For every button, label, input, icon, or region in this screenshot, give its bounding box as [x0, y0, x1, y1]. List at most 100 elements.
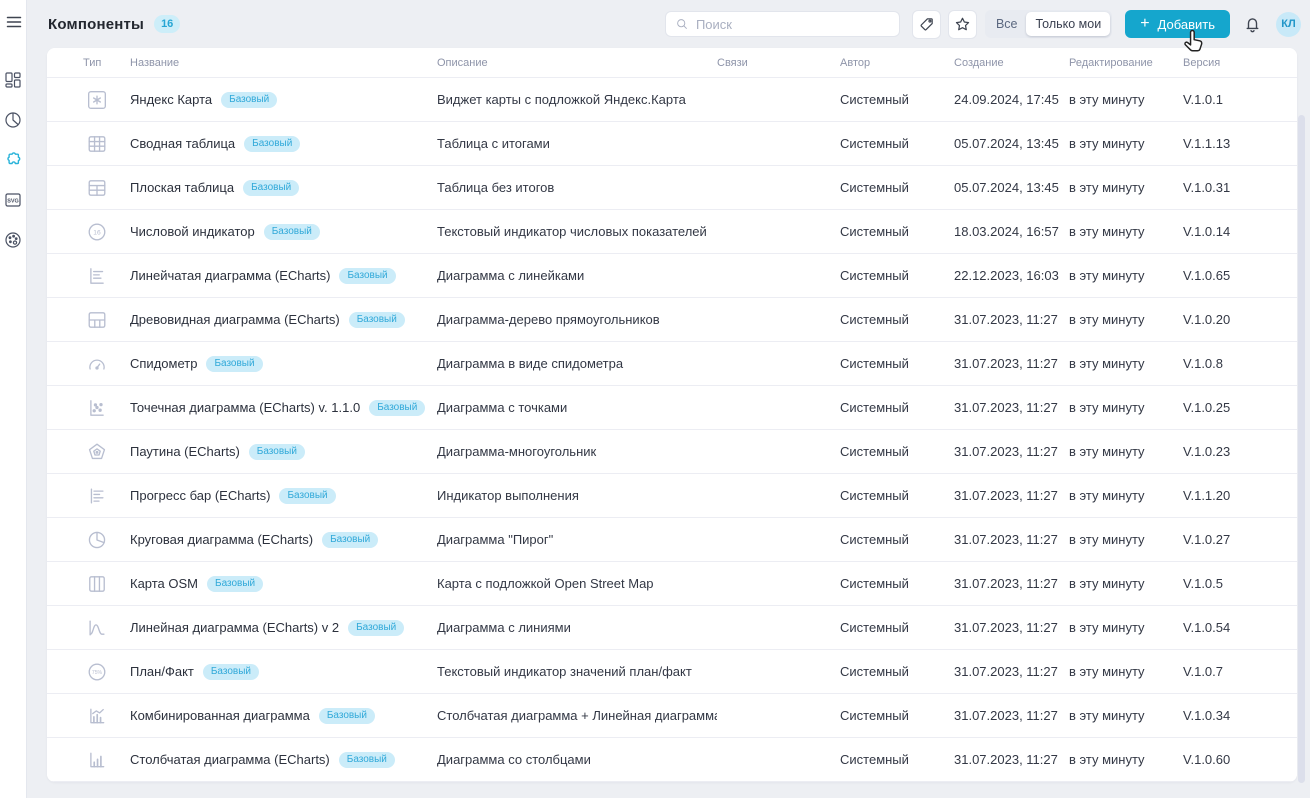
- menu-icon[interactable]: [5, 13, 23, 31]
- component-badge: Базовый: [369, 400, 425, 416]
- column-header-version: Версия: [1183, 57, 1297, 69]
- pie-chart-icon: [87, 530, 107, 550]
- component-created: 31.07.2023, 11:27: [954, 752, 1069, 767]
- component-badge: Базовый: [339, 268, 395, 284]
- search-box[interactable]: [665, 11, 900, 37]
- component-edited: в эту минуту: [1069, 444, 1183, 459]
- svg-text:16: 16: [93, 229, 101, 236]
- page-title: Компоненты: [48, 16, 144, 33]
- component-badge: Базовый: [348, 620, 404, 636]
- progress-bar-icon: [87, 486, 107, 506]
- component-author: Системный: [840, 356, 954, 371]
- component-author: Системный: [840, 92, 954, 107]
- sidebar-item-svg-editor[interactable]: SVG: [4, 191, 22, 209]
- component-edited: в эту минуту: [1069, 92, 1183, 107]
- component-edited: в эту минуту: [1069, 532, 1183, 547]
- component-author: Системный: [840, 532, 954, 547]
- component-description: Таблица без итогов: [437, 180, 717, 195]
- component-edited: в эту минуту: [1069, 400, 1183, 415]
- component-description: Текстовый индикатор значений план/факт: [437, 664, 717, 679]
- component-edited: в эту минуту: [1069, 224, 1183, 239]
- table-row[interactable]: Линейная диаграмма (ECharts) v 2 Базовый Д…: [47, 606, 1297, 650]
- component-badge: Базовый: [349, 312, 405, 328]
- column-header-edited: Редактирование: [1069, 57, 1183, 69]
- component-name: Числовой индикатор: [130, 224, 255, 239]
- component-author: Системный: [840, 224, 954, 239]
- component-author: Системный: [840, 312, 954, 327]
- svg-text:SVG: SVG: [7, 198, 19, 204]
- bar-horizontal-icon: [87, 266, 107, 286]
- column-header-name: Название: [130, 57, 437, 69]
- component-edited: в эту минуту: [1069, 488, 1183, 503]
- component-version: V.1.1.20: [1183, 488, 1297, 503]
- user-avatar[interactable]: КЛ: [1276, 12, 1301, 37]
- component-edited: в эту минуту: [1069, 180, 1183, 195]
- component-author: Системный: [840, 620, 954, 635]
- table-row[interactable]: Круговая диаграмма (ECharts)БазовыйДиагр…: [47, 518, 1297, 562]
- component-created: 31.07.2023, 11:27: [954, 400, 1069, 415]
- component-name: Линейчатая диаграмма (ECharts): [130, 268, 330, 283]
- table-row[interactable]: 75%План/ФактБазовыйТекстовый индикатор з…: [47, 650, 1297, 694]
- pivot-table-icon: [87, 134, 107, 154]
- component-description: Диаграмма с линейками: [437, 268, 717, 283]
- table-row[interactable]: СпидометрБазовыйДиаграмма в виде спидоме…: [47, 342, 1297, 386]
- sidebar-item-palette[interactable]: [4, 231, 22, 249]
- table-body: Яндекс КартаБазовыйВиджет карты с подлож…: [47, 78, 1297, 782]
- component-created: 24.09.2024, 17:45: [954, 92, 1069, 107]
- component-name: Точечная диаграмма (ECharts) v. 1.1.0: [130, 400, 360, 415]
- sidebar-item-dashboards[interactable]: [4, 71, 22, 89]
- component-description: Таблица с итогами: [437, 136, 717, 151]
- component-author: Системный: [840, 752, 954, 767]
- components-count-badge: 16: [154, 15, 180, 33]
- notifications-bell-icon[interactable]: [1243, 14, 1262, 34]
- search-input[interactable]: [696, 17, 890, 32]
- component-edited: в эту минуту: [1069, 620, 1183, 635]
- component-badge: Базовый: [207, 576, 263, 592]
- component-created: 31.07.2023, 11:27: [954, 356, 1069, 371]
- component-version: V.1.0.20: [1183, 312, 1297, 327]
- component-name: Линейная диаграмма (ECharts) v 2: [130, 620, 339, 635]
- component-description: Карта с подложкой Open Street Map: [437, 576, 717, 591]
- sidebar-item-reports[interactable]: [4, 111, 22, 129]
- table-row[interactable]: Плоская таблицаБазовыйТаблица без итогов…: [47, 166, 1297, 210]
- component-edited: в эту минуту: [1069, 268, 1183, 283]
- table-row[interactable]: Столбчатая диаграмма (ECharts)БазовыйДиа…: [47, 738, 1297, 782]
- component-name: План/Факт: [130, 664, 194, 679]
- component-description: Диаграмма-многоугольник: [437, 444, 717, 459]
- table-row[interactable]: Яндекс КартаБазовыйВиджет карты с подлож…: [47, 78, 1297, 122]
- component-description: Текстовый индикатор числовых показателей: [437, 224, 717, 239]
- component-version: V.1.0.5: [1183, 576, 1297, 591]
- component-description: Диаграмма с линиями: [437, 620, 717, 635]
- table-row[interactable]: Карта OSMБазовыйКарта с подложкой Open S…: [47, 562, 1297, 606]
- column-header-type: Тип: [83, 57, 130, 69]
- filter-all-segment[interactable]: Все: [987, 12, 1027, 36]
- component-edited: в эту минуту: [1069, 576, 1183, 591]
- table-row[interactable]: Прогресс бар (ECharts)БазовыйИндикатор в…: [47, 474, 1297, 518]
- table-row[interactable]: 16 Числовой индикатор Базовый Текстовый инд…: [47, 210, 1297, 254]
- table-row[interactable]: Линейчатая диаграмма (ECharts) Базовый Диа…: [47, 254, 1297, 298]
- component-created: 05.07.2024, 13:45: [954, 180, 1069, 195]
- filter-only-mine-segment[interactable]: Только мои: [1026, 12, 1110, 36]
- sidebar-item-components[interactable]: [4, 151, 22, 169]
- component-description: Виджет карты с подложкой Яндекс.Карта: [437, 92, 717, 107]
- component-description: Диаграмма-дерево прямоугольников: [437, 312, 717, 327]
- component-author: Системный: [840, 708, 954, 723]
- table-row[interactable]: Сводная таблицаБазовыйТаблица с итогамиС…: [47, 122, 1297, 166]
- scrollbar[interactable]: [1298, 115, 1305, 783]
- favorites-filter-button[interactable]: [948, 10, 977, 39]
- add-button[interactable]: + Добавить: [1125, 10, 1230, 38]
- component-name: Столбчатая диаграмма (ECharts): [130, 752, 330, 767]
- table-row[interactable]: Точечная диаграмма (ECharts) v. 1.1.0 Баз…: [47, 386, 1297, 430]
- table-row[interactable]: Комбинированная диаграммаБазовыйСтолбчат…: [47, 694, 1297, 738]
- component-badge: Базовый: [279, 488, 335, 504]
- table-row[interactable]: Паутина (ECharts)БазовыйДиаграмма-многоу…: [47, 430, 1297, 474]
- component-description: Диаграмма со столбцами: [437, 752, 717, 767]
- component-created: 31.07.2023, 11:27: [954, 708, 1069, 723]
- component-badge: Базовый: [264, 224, 320, 240]
- table-row[interactable]: Древовидная диаграмма (ECharts)БазовыйДи…: [47, 298, 1297, 342]
- component-name: Плоская таблица: [130, 180, 234, 195]
- tags-filter-button[interactable]: [912, 10, 941, 39]
- component-created: 05.07.2024, 13:45: [954, 136, 1069, 151]
- line-chart-icon: [87, 618, 107, 638]
- table-header-row: Тип Название Описание Связи Автор Создан…: [47, 48, 1297, 78]
